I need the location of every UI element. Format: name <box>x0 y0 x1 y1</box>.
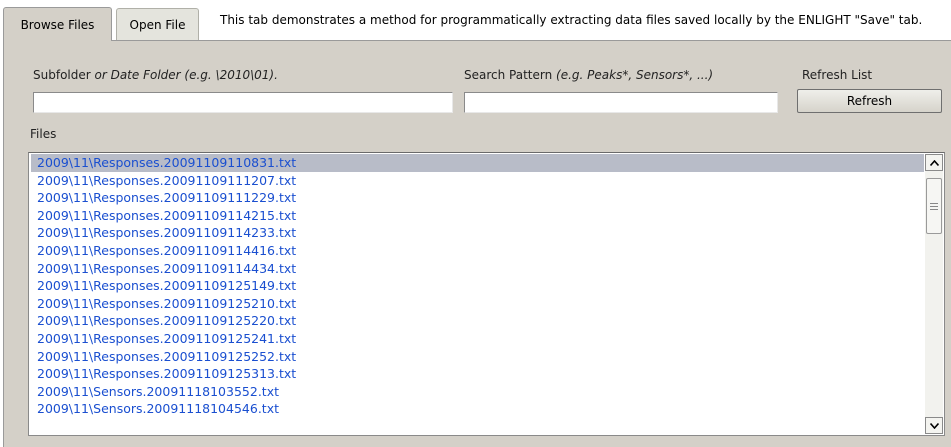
list-item[interactable]: 2009\11\Responses.20091109114416.txt <box>31 242 924 260</box>
list-item[interactable]: 2009\11\Responses.20091109125313.txt <box>31 365 924 383</box>
scroll-thumb[interactable] <box>926 178 942 234</box>
chevron-up-icon <box>929 159 939 166</box>
list-item[interactable]: 2009\11\Responses.20091109125210.txt <box>31 295 924 313</box>
subfolder-label-hint: or Date Folder (e.g. \2010\01). <box>94 68 278 82</box>
subfolder-label-text: Subfolder <box>33 68 95 82</box>
list-item[interactable]: 2009\11\Responses.20091109125252.txt <box>31 348 924 366</box>
grip-icon <box>930 202 938 210</box>
search-pattern-input[interactable] <box>464 92 778 113</box>
vertical-scrollbar[interactable] <box>925 154 943 434</box>
refresh-list-label: Refresh List <box>802 68 873 82</box>
list-item[interactable]: 2009\11\Responses.20091109111207.txt <box>31 172 924 190</box>
subfolder-input[interactable] <box>33 92 453 113</box>
list-item[interactable]: 2009\11\Responses.20091109111229.txt <box>31 189 924 207</box>
list-item[interactable]: 2009\11\Responses.20091109110831.txt <box>31 154 924 172</box>
refresh-button[interactable]: Refresh <box>797 89 942 113</box>
list-item[interactable]: 2009\11\Sensors.20091118103552.txt <box>31 383 924 401</box>
tab-description: This tab demonstrates a method for progr… <box>220 13 923 27</box>
scroll-up-button[interactable] <box>925 154 943 171</box>
list-item[interactable]: 2009\11\Responses.20091109125241.txt <box>31 330 924 348</box>
scroll-down-button[interactable] <box>925 417 943 434</box>
file-list: 2009\11\Responses.20091109110831.txt 2009… <box>31 154 924 434</box>
files-label: Files <box>30 127 57 141</box>
subfolder-label: Subfolder or Date Folder (e.g. \2010\01)… <box>33 68 278 82</box>
list-item[interactable]: 2009\11\Responses.20091109114434.txt <box>31 260 924 278</box>
list-item[interactable]: 2009\11\Responses.20091109125220.txt <box>31 312 924 330</box>
chevron-down-icon <box>929 422 939 429</box>
search-pattern-label-hint: (e.g. Peaks*, Sensors*, ...) <box>556 68 714 82</box>
tab-browse-files[interactable]: Browse Files <box>3 7 112 41</box>
tab-open-file[interactable]: Open File <box>116 8 199 40</box>
tab-bar: Browse Files Open File This tab demonstr… <box>0 0 951 41</box>
list-item[interactable]: 2009\11\Sensors.20091118104546.txt <box>31 400 924 418</box>
search-pattern-label-text: Search Pattern <box>464 68 557 82</box>
list-item[interactable]: 2009\11\Responses.20091109114215.txt <box>31 207 924 225</box>
list-item[interactable]: 2009\11\Responses.20091109114233.txt <box>31 224 924 242</box>
files-listbox[interactable]: 2009\11\Responses.20091109110831.txt 2009… <box>28 152 945 436</box>
search-pattern-label: Search Pattern (e.g. Peaks*, Sensors*, .… <box>464 68 713 82</box>
list-item[interactable]: 2009\11\Responses.20091109125149.txt <box>31 277 924 295</box>
